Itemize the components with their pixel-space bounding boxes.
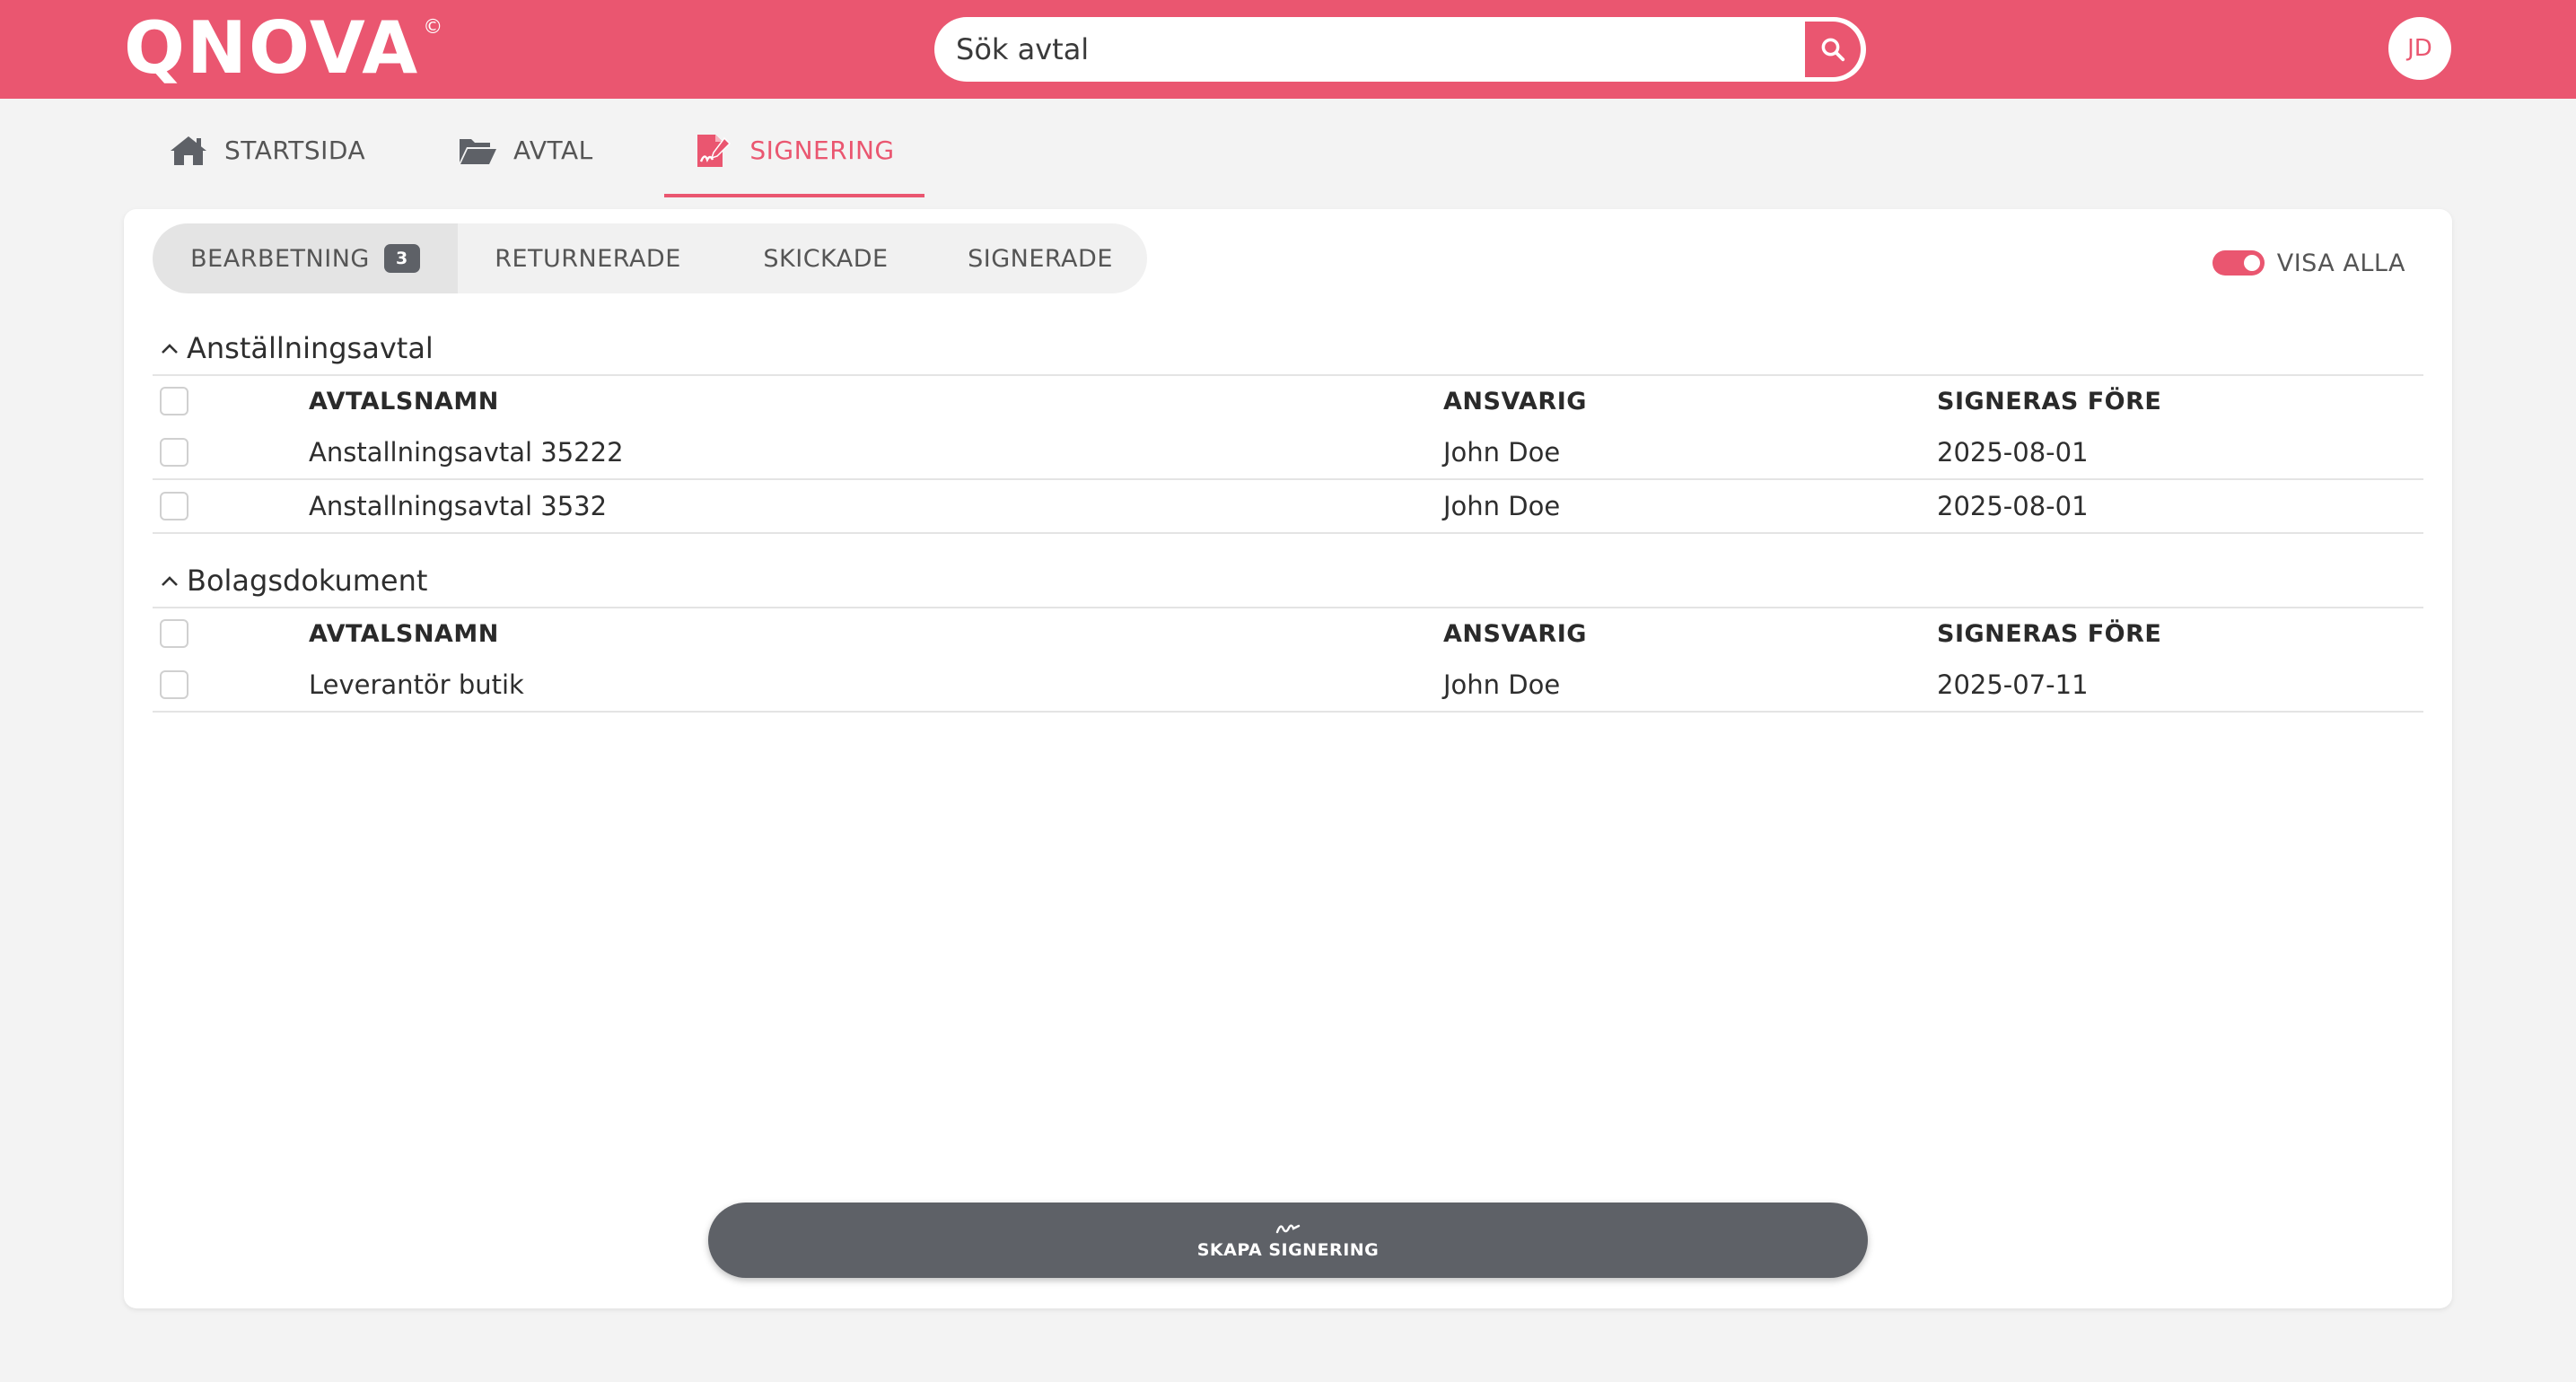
search-input[interactable] bbox=[934, 17, 1805, 82]
signing-card: BEARBETNING 3 RETURNERADE SKICKADE SIGNE… bbox=[124, 209, 2452, 1308]
group-header[interactable]: Anställningsavtal bbox=[153, 322, 2423, 376]
logo[interactable]: QNOVA © bbox=[124, 13, 442, 84]
tab-signerade[interactable]: SIGNERADE bbox=[933, 223, 1147, 293]
table-header-row: AVTALSNAMN ANSVARIG SIGNERAS FÖRE bbox=[153, 376, 2423, 426]
cell-name: Leverantör butik bbox=[309, 669, 524, 700]
cell-name: Anstallningsavtal 3532 bbox=[309, 491, 608, 521]
main-nav: STARTSIDA AVTAL SIGNERING bbox=[162, 103, 924, 197]
cell-responsible: John Doe bbox=[1443, 669, 1561, 700]
cell-responsible: John Doe bbox=[1443, 491, 1561, 521]
cell-name: Anstallningsavtal 35222 bbox=[309, 437, 624, 468]
logo-copyright-mark: © bbox=[423, 16, 443, 39]
count-badge: 3 bbox=[383, 244, 420, 273]
tab-label: RETURNERADE bbox=[495, 244, 681, 273]
row-checkbox[interactable] bbox=[160, 670, 188, 699]
show-all-toggle[interactable]: VISA ALLA bbox=[2212, 245, 2405, 281]
column-header-deadline[interactable]: SIGNERAS FÖRE bbox=[1937, 620, 2161, 648]
search-icon bbox=[1819, 36, 1846, 63]
column-header-name[interactable]: AVTALSNAMN bbox=[309, 620, 499, 648]
cell-deadline: 2025-07-11 bbox=[1937, 669, 2089, 700]
tab-avtal[interactable]: AVTAL bbox=[449, 103, 664, 197]
select-all-checkbox[interactable] bbox=[160, 387, 188, 415]
column-header-deadline[interactable]: SIGNERAS FÖRE bbox=[1937, 388, 2161, 415]
create-signing-label: SKAPA SIGNERING bbox=[1196, 1240, 1380, 1260]
home-icon bbox=[169, 135, 208, 167]
folder-open-icon bbox=[458, 136, 497, 166]
chevron-up-icon bbox=[160, 573, 180, 588]
cell-responsible: John Doe bbox=[1443, 437, 1561, 468]
column-header-name[interactable]: AVTALSNAMN bbox=[309, 388, 499, 415]
chevron-up-icon bbox=[160, 341, 180, 355]
signature-icon bbox=[694, 133, 733, 169]
row-checkbox[interactable] bbox=[160, 492, 188, 520]
tab-startsida[interactable]: STARTSIDA bbox=[162, 103, 449, 197]
row-checkbox[interactable] bbox=[160, 438, 188, 467]
tab-skickade[interactable]: SKICKADE bbox=[718, 223, 933, 293]
tab-label: SKICKADE bbox=[763, 244, 889, 273]
status-tabs: BEARBETNING 3 RETURNERADE SKICKADE SIGNE… bbox=[153, 223, 1147, 293]
toggle-switch[interactable] bbox=[2212, 250, 2265, 276]
group-title: Bolagsdokument bbox=[187, 564, 428, 598]
top-bar: QNOVA © JD bbox=[0, 0, 2576, 99]
table-row[interactable]: Anstallningsavtal 3532 John Doe 2025-08-… bbox=[153, 480, 2423, 534]
tab-returnerade[interactable]: RETURNERADE bbox=[458, 223, 718, 293]
logo-text: QNOVA bbox=[124, 6, 420, 90]
tab-label: BEARBETNING bbox=[190, 244, 370, 273]
column-header-responsible[interactable]: ANSVARIG bbox=[1443, 388, 1587, 415]
table-row[interactable]: Leverantör butik John Doe 2025-07-11 bbox=[153, 659, 2423, 713]
group-title: Anställningsavtal bbox=[187, 331, 434, 365]
tab-label: SIGNERADE bbox=[968, 244, 1113, 273]
avatar[interactable]: JD bbox=[2388, 17, 2451, 80]
cell-deadline: 2025-08-01 bbox=[1937, 491, 2089, 521]
column-header-responsible[interactable]: ANSVARIG bbox=[1443, 620, 1587, 648]
tab-label: AVTAL bbox=[513, 136, 593, 165]
cell-deadline: 2025-08-01 bbox=[1937, 437, 2089, 468]
table-header-row: AVTALSNAMN ANSVARIG SIGNERAS FÖRE bbox=[153, 608, 2423, 659]
select-all-checkbox[interactable] bbox=[160, 619, 188, 648]
tab-label: SIGNERING bbox=[749, 136, 895, 165]
toggle-label: VISA ALLA bbox=[2276, 249, 2405, 277]
tab-signering[interactable]: SIGNERING bbox=[664, 103, 924, 197]
group-anstallningsavtal: Anställningsavtal AVTALSNAMN ANSVARIG SI… bbox=[153, 322, 2423, 534]
table-row[interactable]: Anstallningsavtal 35222 John Doe 2025-08… bbox=[153, 426, 2423, 480]
group-bolagsdokument: Bolagsdokument AVTALSNAMN ANSVARIG SIGNE… bbox=[153, 555, 2423, 713]
group-header[interactable]: Bolagsdokument bbox=[153, 555, 2423, 608]
tab-bearbetning[interactable]: BEARBETNING 3 bbox=[153, 223, 458, 293]
search-bar bbox=[934, 17, 1866, 82]
signature-scribble-icon bbox=[1275, 1220, 1301, 1237]
tab-label: STARTSIDA bbox=[224, 136, 366, 165]
search-button[interactable] bbox=[1805, 22, 1861, 77]
create-signing-button[interactable]: SKAPA SIGNERING bbox=[708, 1203, 1868, 1278]
